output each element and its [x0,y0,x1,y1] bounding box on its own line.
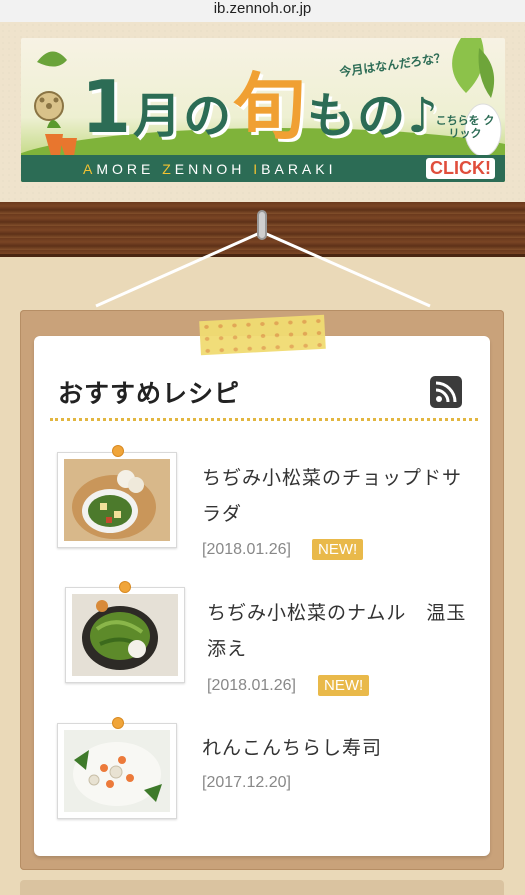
section-divider [50,418,478,422]
pin-icon [112,445,124,457]
section-title: おすすめレシピ [58,379,241,408]
masking-tape-decoration [199,314,326,356]
recipe-title-1[interactable]: ちぢみ小松菜のチョップドサラダ [202,460,472,532]
recipe-image-namul [72,594,178,676]
hanging-strings [95,230,431,308]
recipe-thumbnail-2[interactable] [65,587,185,683]
pin-icon [112,717,124,729]
recipe-image-chirashi [64,730,170,812]
new-badge-2: NEW! [318,675,370,696]
rss-glyph [435,381,457,403]
next-section-edge [20,880,504,895]
recipe-thumbnail-3[interactable] [57,723,177,819]
recipe-title-3[interactable]: れんこんちらし寿司 [202,730,472,766]
recipe-date-1: [2018.01.26] [202,541,291,558]
new-badge-1: NEW! [312,539,364,560]
recipe-image-salad [64,459,170,541]
recipe-thumbnail-1[interactable] [57,452,177,548]
recipe-date-3: [2017.12.20] [202,774,291,791]
hanger-hook [257,210,267,240]
recipe-date-2: [2018.01.26] [207,677,296,694]
recipe-title-2[interactable]: ちぢみ小松菜のナムル 温玉添え [207,595,477,667]
rss-icon[interactable] [430,376,462,408]
pin-icon [119,581,131,593]
